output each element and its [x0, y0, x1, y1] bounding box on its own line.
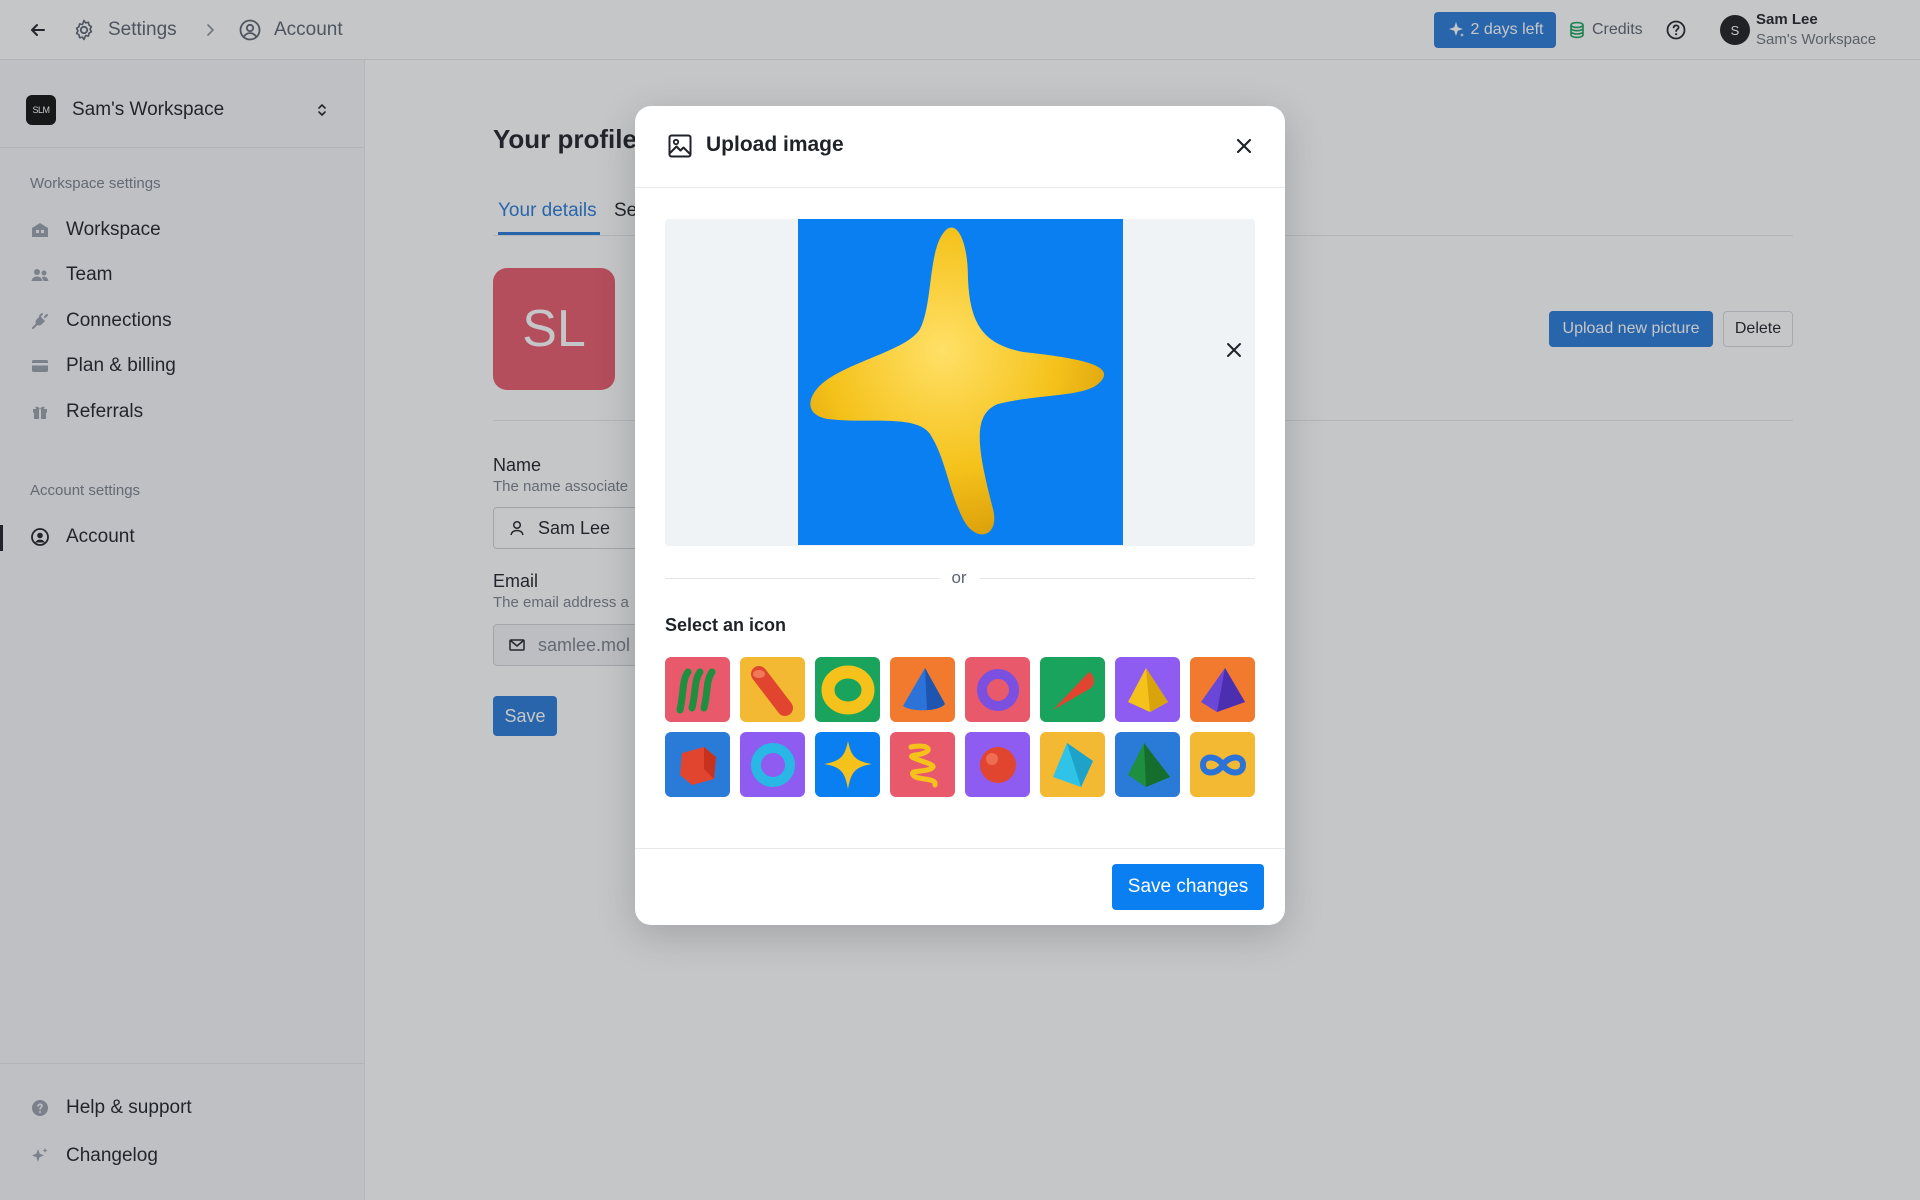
purple-pyramid-icon: [1200, 667, 1245, 712]
icon-option-purple-pyramid[interactable]: [1190, 657, 1255, 722]
icon-option-cyan-gem[interactable]: [1040, 732, 1105, 797]
icon-option-purple-ring[interactable]: [965, 657, 1030, 722]
icon-option-red-cylinder[interactable]: [740, 657, 805, 722]
image-preview: [665, 219, 1255, 546]
icon-option-blue-infinity[interactable]: [1190, 732, 1255, 797]
red-cylinder-icon: [750, 665, 793, 716]
yellow-pyramid-icon: [1127, 667, 1168, 712]
purple-ring-icon: [976, 668, 1019, 711]
icon-option-red-sphere[interactable]: [965, 732, 1030, 797]
or-separator: or: [951, 568, 967, 587]
red-cone-icon: [1052, 671, 1094, 710]
red-cube-icon: [679, 746, 716, 785]
dialog-header: Upload image: [635, 106, 1285, 188]
divider-right: [980, 578, 1255, 579]
preview-image: [798, 219, 1123, 545]
upload-image-dialog: Upload image or Select an icon Save chan…: [635, 106, 1285, 925]
icon-option-green-pyramid[interactable]: [1115, 732, 1180, 797]
icon-option-red-cone[interactable]: [1040, 657, 1105, 722]
icon-option-yellow-torus[interactable]: [815, 657, 880, 722]
blue-infinity-icon: [1199, 754, 1246, 775]
icon-option-yellow-pyramid[interactable]: [1115, 657, 1180, 722]
icon-option-yellow-star[interactable]: [815, 732, 880, 797]
dialog-title: Upload image: [706, 133, 844, 156]
yellow-star-icon: [810, 227, 1105, 535]
blue-cone-icon: [902, 667, 945, 710]
icon-option-cyan-ring[interactable]: [740, 732, 805, 797]
yellow-spring-icon: [908, 743, 937, 787]
icon-option-red-cube[interactable]: [665, 732, 730, 797]
divider-left: [665, 578, 939, 579]
image-icon: [668, 134, 692, 158]
close-icon[interactable]: [1232, 134, 1256, 158]
icon-picker-grid: [665, 657, 1255, 797]
green-pyramid-icon: [1127, 742, 1170, 787]
red-sphere-icon: [979, 746, 1016, 783]
save-changes-button[interactable]: Save changes: [1112, 864, 1264, 910]
dialog-footer-divider: [635, 848, 1285, 849]
icon-option-yellow-spring[interactable]: [890, 732, 955, 797]
cyan-ring-icon: [750, 742, 795, 787]
icon-option-blue-cone[interactable]: [890, 657, 955, 722]
select-icon-heading: Select an icon: [665, 615, 787, 635]
yellow-star-icon: [823, 740, 872, 789]
cyan-gem-icon: [1052, 742, 1093, 787]
remove-image-icon[interactable]: [1223, 339, 1245, 361]
green-squiggle-icon: [676, 668, 715, 713]
icon-option-green-squiggle[interactable]: [665, 657, 730, 722]
yellow-torus-icon: [821, 665, 874, 714]
